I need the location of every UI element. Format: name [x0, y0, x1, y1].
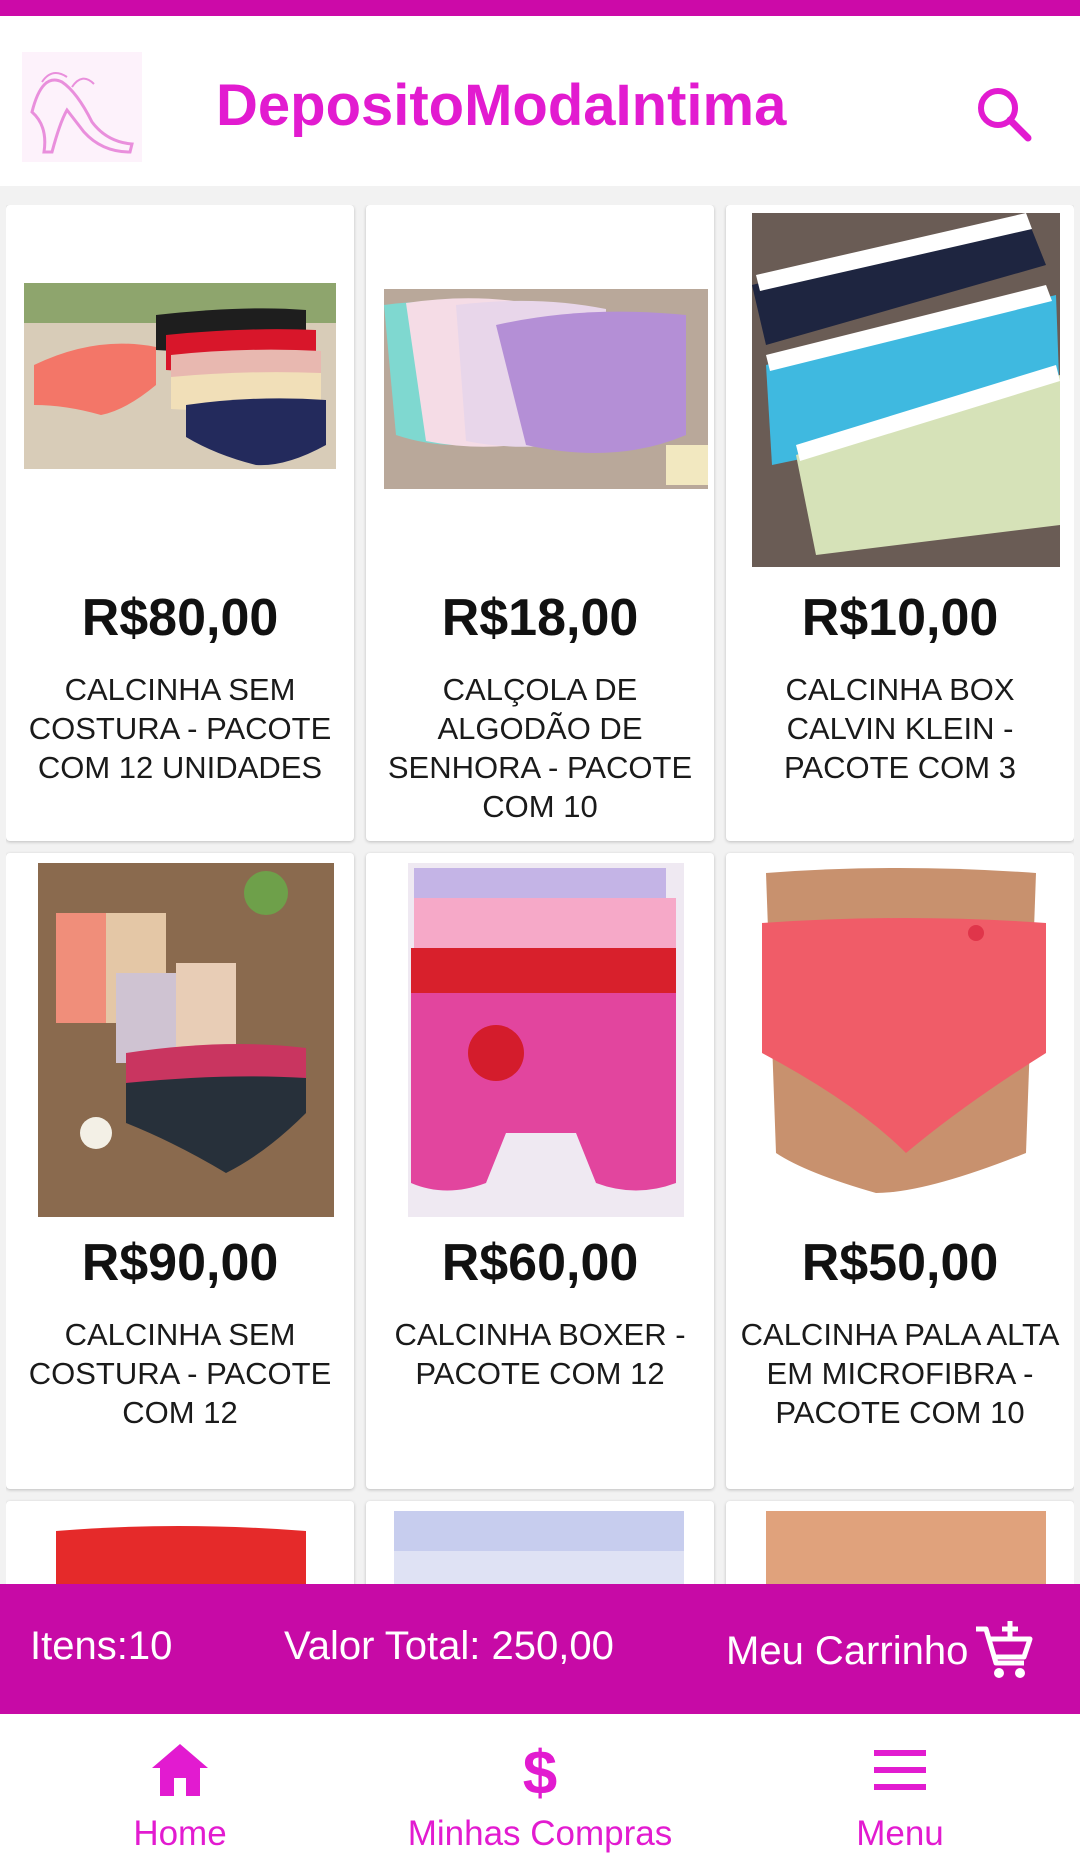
product-card[interactable]: R$90,00 CALCINHA SEM COSTURA - PACOTE CO… — [6, 853, 354, 1489]
search-button[interactable] — [968, 78, 1040, 150]
nav-my-purchases-label: Minhas Compras — [407, 1814, 673, 1853]
product-card[interactable]: R$80,00 CALCINHA SEM COSTURA - PACOTE CO… — [6, 205, 354, 841]
high-heel-logo-icon — [22, 52, 142, 162]
product-image — [6, 205, 354, 575]
my-cart-button[interactable]: Meu Carrinho — [726, 1606, 1036, 1696]
product-card[interactable]: R$10,00 CALCINHA BOX CALVIN KLEIN - PACO… — [726, 205, 1074, 841]
product-price: R$50,00 — [801, 1234, 999, 1292]
app-header: DepositoModaIntima — [0, 16, 1080, 186]
product-card[interactable]: R$18,00 CALÇOLA DE ALGODÃO DE SENHORA - … — [366, 205, 714, 841]
product-card[interactable] — [6, 1501, 354, 1585]
nav-menu[interactable]: Menu — [750, 1714, 1050, 1864]
product-name: CALCINHA BOX CALVIN KLEIN - PACOTE COM 3 — [784, 672, 1016, 785]
product-name: CALCINHA SEM COSTURA - PACOTE COM 12 — [28, 1317, 332, 1430]
product-image — [6, 853, 354, 1223]
product-price: R$90,00 — [81, 1234, 279, 1292]
product-price: R$10,00 — [801, 589, 999, 647]
product-image — [726, 1501, 1074, 1585]
cart-summary-bar: Itens:10 Valor Total: 250,00 Meu Carrinh… — [0, 1584, 1080, 1714]
product-name: CALCINHA SEM COSTURA - PACOTE COM 12 UNI… — [28, 672, 332, 785]
cart-total-value: Valor Total: 250,00 — [284, 1624, 614, 1668]
my-cart-label: Meu Carrinho — [726, 1628, 969, 1673]
product-name: CALCINHA BOXER - PACOTE COM 12 — [394, 1317, 686, 1391]
bottom-navigation: Home $ Minhas Compras Menu — [0, 1714, 1080, 1864]
app-title: DepositoModaIntima — [216, 73, 787, 138]
product-price: R$60,00 — [441, 1234, 639, 1292]
hamburger-menu-icon — [874, 1750, 926, 1790]
search-icon — [978, 88, 1032, 142]
product-price: R$80,00 — [81, 589, 279, 647]
product-card[interactable] — [366, 1501, 714, 1585]
cart-items-count: Itens:10 — [30, 1624, 173, 1668]
nav-home[interactable]: Home — [30, 1714, 330, 1864]
product-grid: R$80,00 CALCINHA SEM COSTURA - PACOTE CO… — [6, 205, 1074, 1585]
status-bar — [0, 0, 1080, 16]
product-name: CALCINHA PALA ALTA EM MICROFIBRA - PACOT… — [740, 1317, 1060, 1430]
nav-menu-label: Menu — [856, 1814, 944, 1853]
product-image — [726, 205, 1074, 575]
product-price: R$18,00 — [441, 589, 639, 647]
product-name: CALÇOLA DE ALGODÃO DE SENHORA - PACOTE C… — [387, 672, 693, 824]
dollar-icon: $ — [523, 1739, 557, 1802]
product-image — [366, 1501, 714, 1585]
product-card[interactable]: R$60,00 CALCINHA BOXER - PACOTE COM 12 — [366, 853, 714, 1489]
product-image — [726, 853, 1074, 1223]
product-image — [6, 1501, 354, 1585]
home-icon — [152, 1744, 208, 1796]
svg-text:$: $ — [523, 1739, 557, 1802]
nav-home-label: Home — [133, 1814, 227, 1853]
product-image — [366, 853, 714, 1223]
product-image — [366, 205, 714, 575]
product-card[interactable]: R$50,00 CALCINHA PALA ALTA EM MICROFIBRA… — [726, 853, 1074, 1489]
product-card[interactable] — [726, 1501, 1074, 1585]
cart-add-icon — [976, 1621, 1033, 1678]
nav-my-purchases[interactable]: $ Minhas Compras — [390, 1714, 690, 1864]
